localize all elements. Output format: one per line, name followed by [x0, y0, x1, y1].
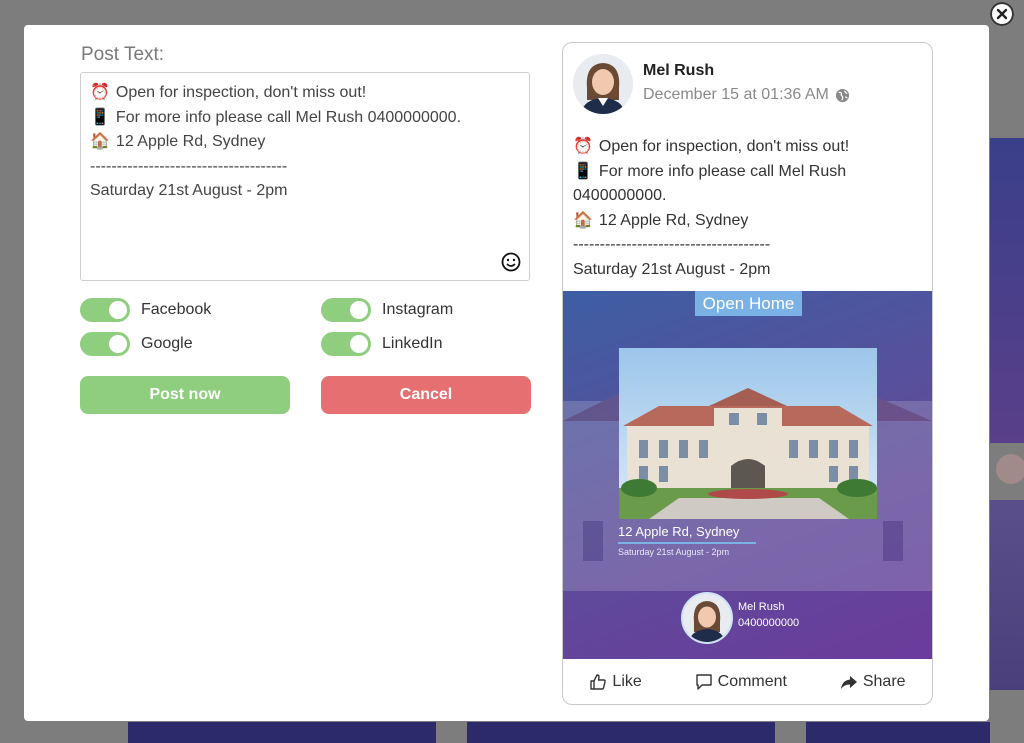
- instagram-toggle[interactable]: [321, 298, 371, 322]
- facebook-toggle-row[interactable]: Facebook: [80, 298, 211, 322]
- text-line: ⏰ Open for inspection, don't miss out!: [573, 135, 923, 160]
- text-line: Saturday 21st August - 2pm: [573, 260, 771, 278]
- share-button[interactable]: Share: [840, 673, 906, 691]
- text-line: -------------------------------------: [573, 236, 771, 253]
- thumbs-up-icon: [590, 674, 607, 690]
- like-button[interactable]: Like: [589, 673, 642, 691]
- agent-name: Mel Rush: [738, 601, 785, 613]
- post-now-button[interactable]: Post now: [80, 376, 290, 414]
- share-icon: [840, 676, 857, 689]
- agent-phone: 0400000000: [738, 617, 800, 629]
- agent-avatar: [681, 592, 733, 644]
- emoji-picker-icon[interactable]: [501, 252, 521, 272]
- post-text-input[interactable]: ⏰ Open for inspection, don't miss out! 📱…: [80, 72, 530, 281]
- text-line: ⏰ Open for inspection, don't miss out!: [90, 81, 520, 106]
- post-actions: Like Comment Share: [563, 659, 932, 704]
- background-card: [990, 138, 1024, 443]
- background-trash-icon: [996, 454, 1024, 484]
- text-line: 🏠 12 Apple Rd, Sydney: [90, 130, 520, 155]
- alarm-clock-icon: ⏰: [573, 138, 593, 155]
- flyer-address: 12 Apple Rd, Sydney: [618, 524, 756, 544]
- flyer-date: Saturday 21st August - 2pm: [618, 547, 730, 557]
- mobile-phone-icon: 📱: [90, 108, 110, 126]
- alarm-clock-icon: ⏰: [90, 84, 110, 101]
- background-card: [128, 722, 436, 743]
- facebook-label: Facebook: [141, 301, 212, 318]
- close-button[interactable]: [990, 2, 1014, 26]
- text-line: 🏠 12 Apple Rd, Sydney: [573, 209, 923, 234]
- text-line: 0400000000.: [573, 187, 667, 204]
- mobile-phone-icon: 📱: [573, 162, 593, 180]
- house-icon: 🏠: [90, 133, 110, 150]
- preview-text: ⏰ Open for inspection, don't miss out! 📱…: [573, 135, 923, 282]
- close-icon: [996, 8, 1008, 20]
- cancel-button[interactable]: Cancel: [321, 376, 531, 414]
- post-text-label: Post Text:: [81, 44, 165, 65]
- google-toggle[interactable]: [80, 332, 130, 356]
- linkedin-label: LinkedIn: [382, 335, 443, 352]
- globe-icon: [835, 88, 849, 102]
- background-card: [806, 722, 990, 743]
- post-preview: Mel Rush December 15 at 01:36 AM ⏰ Open …: [562, 42, 933, 705]
- text-line: 📱 For more info please call Mel Rush 040…: [90, 106, 520, 131]
- open-home-badge: Open Home: [695, 291, 802, 316]
- text-line: 📱 For more info please call Mel Rush: [573, 160, 923, 185]
- flyer-image: Open Home 12 Apple Rd, Sydney Saturday 2…: [563, 291, 932, 659]
- google-label: Google: [141, 335, 193, 352]
- google-toggle-row[interactable]: Google: [80, 332, 193, 356]
- instagram-toggle-row[interactable]: Instagram: [321, 298, 453, 322]
- instagram-label: Instagram: [382, 301, 454, 318]
- text-line: Saturday 21st August - 2pm: [90, 182, 288, 199]
- house-icon: 🏠: [573, 211, 593, 229]
- linkedin-toggle[interactable]: [321, 332, 371, 356]
- house-photo: [619, 348, 877, 519]
- facebook-toggle[interactable]: [80, 298, 130, 322]
- comment-icon: [695, 674, 712, 690]
- author-name: Mel Rush: [643, 62, 715, 79]
- linkedin-toggle-row[interactable]: LinkedIn: [321, 332, 443, 356]
- comment-button[interactable]: Comment: [695, 673, 787, 691]
- post-date: December 15 at 01:36 AM: [643, 86, 850, 104]
- avatar: [573, 54, 633, 114]
- background-card: [990, 500, 1024, 690]
- text-line: -------------------------------------: [90, 157, 288, 175]
- background-card: [467, 722, 775, 743]
